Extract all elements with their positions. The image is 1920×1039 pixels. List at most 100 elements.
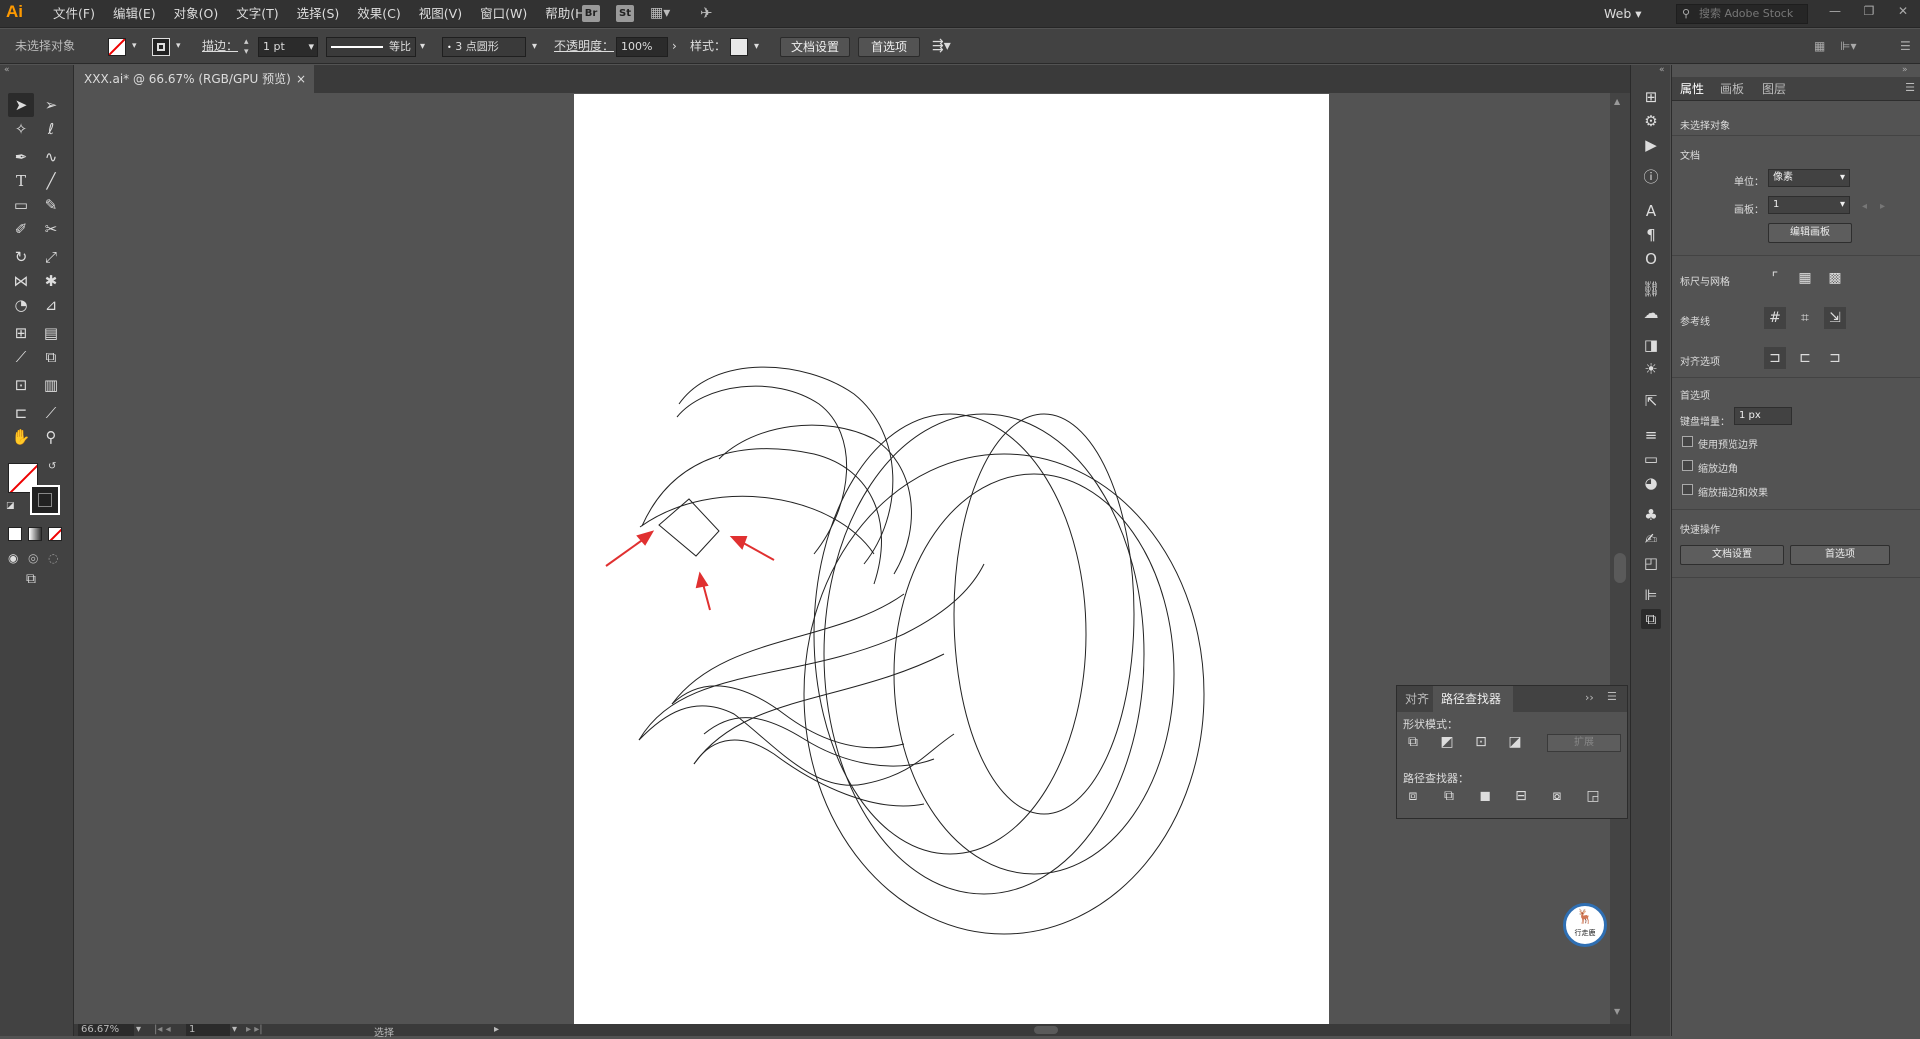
quick-preferences-button[interactable]: 首选项 <box>1790 545 1890 565</box>
stroke-stepper[interactable]: ▴ ▾ <box>244 37 256 57</box>
mesh-tool-icon[interactable]: ⊞ <box>8 321 34 345</box>
divide-icon[interactable]: ⧈ <box>1403 786 1423 806</box>
gradient-mode-icon[interactable] <box>28 527 42 541</box>
tab-properties[interactable]: 属性 <box>1680 77 1704 101</box>
control-arrange-icon[interactable]: ▦ <box>1814 29 1825 64</box>
collapse-toolbar-icon[interactable]: « <box>4 65 10 75</box>
minus-front-icon[interactable]: ◩ <box>1437 732 1457 752</box>
draw-inside-icon[interactable]: ◌ <box>48 551 58 565</box>
brushes-icon[interactable]: ✍ <box>1641 529 1661 549</box>
restore-icon[interactable]: ❐ <box>1852 0 1886 22</box>
transparency-icon[interactable]: ◕ <box>1641 473 1661 493</box>
shape-builder-tool-icon[interactable]: ◔ <box>8 293 34 317</box>
style-dropdown-icon[interactable]: ▾ <box>754 29 759 64</box>
menu-object[interactable]: 对象(O) <box>165 0 228 28</box>
close-tab-icon[interactable]: × <box>296 65 306 93</box>
document-setup-button[interactable]: 文档设置 <box>780 37 850 57</box>
bridge-icon[interactable]: Br <box>582 5 600 22</box>
exclude-icon[interactable]: ◪ <box>1505 732 1525 752</box>
image-trace-icon[interactable]: ◨ <box>1641 335 1661 355</box>
tab-artboards[interactable]: 画板 <box>1720 77 1744 101</box>
links-icon[interactable]: ⛓ <box>1641 279 1661 299</box>
snap-to-glyph-icon[interactable]: ⊐ <box>1824 347 1846 369</box>
align-panel-icon[interactable]: ⊫ <box>1641 585 1661 605</box>
eyedropper-tool-icon[interactable]: ⟋ <box>8 345 34 369</box>
vertical-scroll-thumb[interactable] <box>1614 553 1626 583</box>
profile-dropdown-icon[interactable]: ▾ <box>420 29 425 64</box>
lasso-tool-icon[interactable]: ℓ <box>38 117 64 141</box>
minimize-icon[interactable]: — <box>1818 0 1852 22</box>
show-guides-icon[interactable]: # <box>1764 307 1786 329</box>
opacity-input[interactable]: 100% <box>616 37 668 57</box>
tab-pathfinder[interactable]: 路径查找器 <box>1433 686 1513 712</box>
status-menu-icon[interactable]: ▸ <box>494 1024 499 1035</box>
crop-icon[interactable]: ⊟ <box>1511 786 1531 806</box>
outline-icon[interactable]: ⧇ <box>1547 786 1567 806</box>
brush-dropdown-icon[interactable]: ▾ <box>532 29 537 64</box>
stroke-panel-icon[interactable]: ≡ <box>1641 425 1661 445</box>
rectangle-tool-icon[interactable]: ▭ <box>8 193 34 217</box>
stroke-color-swatch[interactable] <box>30 485 60 515</box>
quick-document-setup-button[interactable]: 文档设置 <box>1680 545 1784 565</box>
keyboard-increment-input[interactable]: 1 px <box>1734 407 1792 425</box>
edit-artboards-button[interactable]: 编辑画板 <box>1768 223 1852 243</box>
menu-window[interactable]: 窗口(W) <box>471 0 536 28</box>
tab-layers[interactable]: 图层 <box>1762 77 1786 101</box>
line-tool-icon[interactable]: ╱ <box>38 169 64 193</box>
default-colors-icon[interactable]: ◪ <box>6 501 15 511</box>
close-icon[interactable]: ✕ <box>1886 0 1920 22</box>
scroll-down-icon[interactable]: ▼ <box>1614 1007 1620 1016</box>
type-tool-icon[interactable]: T <box>8 169 34 193</box>
width-tool-icon[interactable]: ⋈ <box>8 269 34 293</box>
transparency-grid-icon[interactable]: ▩ <box>1824 267 1846 289</box>
gradient-tool-icon[interactable]: ▤ <box>38 321 64 345</box>
graphic-style-swatch[interactable] <box>730 38 748 56</box>
symbol-sprayer-tool-icon[interactable]: ⊡ <box>8 373 34 397</box>
tab-align[interactable]: 对齐 <box>1405 686 1429 712</box>
graphic-styles-icon[interactable]: ◰ <box>1641 553 1661 573</box>
lock-guides-icon[interactable]: ⌗ <box>1794 307 1816 329</box>
panel-menu-icon[interactable]: ☰ <box>1607 690 1617 703</box>
gradient-panel-icon[interactable]: ▭ <box>1641 449 1661 469</box>
zoom-tool-icon[interactable]: ⚲ <box>38 425 64 449</box>
send-icon[interactable]: ✈ <box>700 4 713 22</box>
preferences-button[interactable]: 首选项 <box>858 37 920 57</box>
appearance-icon[interactable]: ☀ <box>1641 359 1661 379</box>
scale-strokes-checkbox[interactable] <box>1682 484 1693 495</box>
menu-file[interactable]: 文件(F) <box>44 0 104 28</box>
artboard-prev-icon[interactable]: ◂ <box>1862 201 1867 212</box>
scale-corners-checkbox[interactable] <box>1682 460 1693 471</box>
curvature-tool-icon[interactable]: ∿ <box>38 145 64 169</box>
stroke-weight-input[interactable]: 1 pt ▾ <box>258 37 318 57</box>
magic-wand-tool-icon[interactable]: ✧ <box>8 117 34 141</box>
artboard-select[interactable]: 1 ▾ <box>1768 196 1850 214</box>
cc-libraries-icon[interactable]: ☁ <box>1641 303 1661 323</box>
first-artboard-icon[interactable]: |◂ ◂ <box>154 1024 171 1035</box>
artwork-20-outlines[interactable] <box>574 94 1329 1024</box>
minus-back-icon[interactable]: ◲ <box>1583 786 1603 806</box>
hand-tool-icon[interactable]: ✋ <box>8 425 34 449</box>
trim-icon[interactable]: ⧉ <box>1439 786 1459 806</box>
smart-guides-icon[interactable]: ⇲ <box>1824 307 1846 329</box>
opacity-label[interactable]: 不透明度： <box>554 29 614 64</box>
none-mode-icon[interactable] <box>48 527 62 541</box>
collapse-panel-icon[interactable]: » <box>1902 65 1908 75</box>
artboard[interactable] <box>574 94 1329 1024</box>
stroke-dropdown-icon[interactable]: ▾ <box>176 29 181 64</box>
properties-menu-icon[interactable]: ☰ <box>1905 81 1915 94</box>
selection-tool-icon[interactable]: ➤ <box>8 93 34 117</box>
stroke-swatch[interactable] <box>152 38 170 56</box>
snap-to-pixel-icon[interactable]: ⊏ <box>1794 347 1816 369</box>
rulers-icon[interactable]: ⌜ <box>1764 267 1786 289</box>
canvas-area[interactable]: 🦌 行走鹿 <box>74 93 1630 1024</box>
units-select[interactable]: 像素 ▾ <box>1768 169 1850 187</box>
blend-tool-icon[interactable]: ⧉ <box>38 345 64 369</box>
asset-export-icon[interactable]: ⚙ <box>1641 111 1661 131</box>
artboard-next-icon[interactable]: ▸ <box>1880 201 1885 212</box>
fill-dropdown-icon[interactable]: ▾ <box>132 29 137 64</box>
expand-panels-icon[interactable]: « <box>1659 65 1665 75</box>
direct-selection-tool-icon[interactable]: ➢ <box>38 93 64 117</box>
draw-behind-icon[interactable]: ◎ <box>28 551 38 565</box>
document-tab[interactable]: XXX.ai* @ 66.67% (RGB/GPU 预览) × <box>74 65 314 93</box>
control-align-icon[interactable]: ⊫▾ <box>1840 29 1856 64</box>
